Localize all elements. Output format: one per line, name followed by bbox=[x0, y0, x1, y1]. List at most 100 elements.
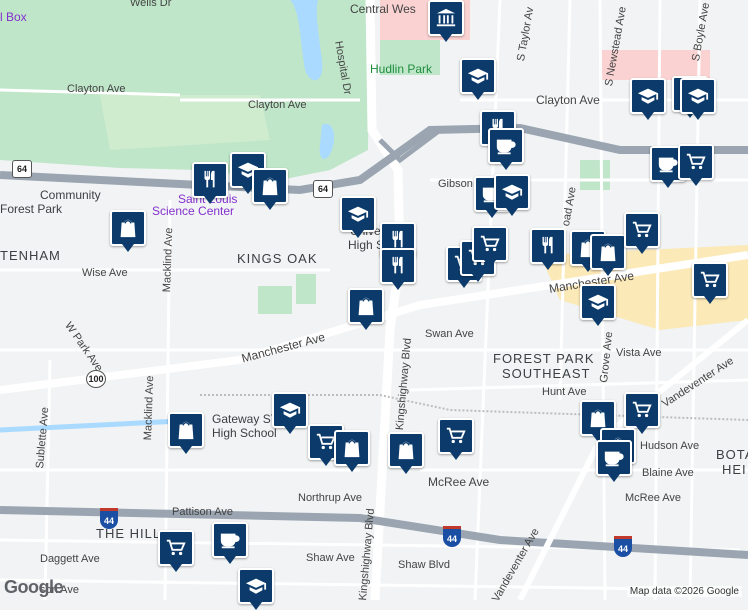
school-icon bbox=[245, 578, 267, 594]
label-community-2: Forest Park bbox=[0, 202, 63, 216]
label-box: l Box bbox=[0, 10, 27, 24]
label-daggett: Daggett Ave bbox=[40, 553, 100, 565]
label-kings-oak: KINGS OAK bbox=[237, 251, 318, 266]
shopping-cart-icon bbox=[632, 221, 652, 238]
shopping-cart-icon bbox=[632, 401, 652, 418]
map-attribution[interactable]: Map data ©2026 Google bbox=[626, 586, 742, 597]
shopping-bag-icon bbox=[590, 409, 606, 428]
shopping-bag-icon bbox=[178, 421, 194, 440]
poi-pin-shopping-cart[interactable] bbox=[624, 392, 660, 434]
label-bota: BOTA bbox=[716, 447, 748, 462]
label-shaw-blvd: Shaw Blvd bbox=[398, 559, 450, 571]
i44-shield-west: 44 bbox=[100, 508, 118, 529]
school-icon bbox=[347, 206, 369, 222]
poi-pin-shopping-cart[interactable] bbox=[472, 226, 508, 268]
poi-pin-restaurant[interactable] bbox=[380, 248, 416, 290]
label-central-west: Central Wes bbox=[350, 2, 416, 16]
us100-shield: 100 bbox=[86, 370, 106, 388]
restaurant-icon bbox=[542, 236, 553, 254]
coffee-icon bbox=[604, 451, 624, 467]
poi-pin-school[interactable] bbox=[494, 174, 530, 216]
poi-pin-shopping-cart[interactable] bbox=[438, 418, 474, 460]
shopping-bag-icon bbox=[358, 297, 374, 316]
label-hudlin-park: Hudlin Park bbox=[370, 62, 433, 76]
label-science-center-2: Science Center bbox=[152, 204, 235, 218]
poi-pin-shopping-bag[interactable] bbox=[110, 210, 146, 252]
museum-icon bbox=[436, 8, 456, 27]
shopping-bag-icon bbox=[344, 439, 360, 458]
school-icon bbox=[637, 88, 659, 104]
poi-pin-shopping-cart[interactable] bbox=[158, 530, 194, 572]
school-icon bbox=[501, 184, 523, 200]
poi-pin-shopping-bag[interactable] bbox=[168, 412, 204, 454]
poi-pin-coffee[interactable] bbox=[488, 128, 524, 170]
school-icon bbox=[687, 88, 709, 104]
poi-pin-museum[interactable] bbox=[428, 0, 464, 42]
poi-pin-school[interactable] bbox=[580, 284, 616, 326]
poi-pin-restaurant[interactable] bbox=[192, 162, 228, 204]
label-wells-dr: Wells Dr bbox=[130, 0, 172, 9]
label-gateway-2: High School bbox=[212, 426, 277, 440]
poi-pin-school[interactable] bbox=[272, 392, 308, 434]
label-hunt: Hunt Ave bbox=[542, 386, 587, 398]
shopping-bag-icon bbox=[120, 219, 136, 238]
poi-pin-school[interactable] bbox=[340, 196, 376, 238]
label-pattison: Pattison Ave bbox=[172, 506, 233, 518]
shopping-bag-icon bbox=[262, 177, 278, 196]
school-icon bbox=[587, 294, 609, 310]
i44-shield-mid: 44 bbox=[443, 526, 461, 547]
poi-pin-restaurant[interactable] bbox=[530, 228, 566, 270]
label-forest-park-se-1: FOREST PARK bbox=[493, 351, 595, 366]
shopping-cart-icon bbox=[686, 153, 706, 170]
label-clayton-mid: Clayton Ave bbox=[248, 99, 307, 111]
poi-pin-coffee[interactable] bbox=[212, 522, 248, 564]
poi-pin-shopping-bag[interactable] bbox=[252, 168, 288, 210]
label-swan: Swan Ave bbox=[425, 328, 474, 340]
restaurant-icon bbox=[392, 256, 403, 274]
label-wise: Wise Ave bbox=[82, 267, 128, 279]
poi-pin-shopping-cart[interactable] bbox=[692, 262, 728, 304]
school-icon bbox=[279, 402, 301, 418]
poi-pin-shopping-bag[interactable] bbox=[388, 432, 424, 474]
shopping-cart-icon bbox=[480, 235, 500, 252]
label-tenham: TENHAM bbox=[0, 248, 61, 263]
label-forest-park-se-2: SOUTHEAST bbox=[502, 366, 591, 381]
label-vista: Vista Ave bbox=[616, 347, 662, 359]
coffee-icon bbox=[658, 157, 678, 173]
label-northrup: Northrup Ave bbox=[298, 492, 363, 504]
coffee-icon bbox=[496, 139, 516, 155]
poi-pin-shopping-bag[interactable] bbox=[348, 288, 384, 330]
label-macklind-n: Macklind Ave bbox=[161, 227, 176, 293]
coffee-icon bbox=[220, 533, 240, 549]
poi-pin-shopping-cart[interactable] bbox=[678, 144, 714, 186]
shopping-cart-icon bbox=[446, 427, 466, 444]
google-logo: Google bbox=[4, 577, 64, 597]
poi-pin-school[interactable] bbox=[460, 58, 496, 100]
label-macklind-s: Macklind Ave bbox=[142, 375, 157, 441]
i64-shield-mid: 64 bbox=[313, 180, 333, 198]
restaurant-icon bbox=[204, 170, 215, 188]
label-blaine: Blaine Ave bbox=[642, 467, 694, 479]
label-hudson: Hudson Ave bbox=[640, 440, 700, 452]
poi-pin-school[interactable] bbox=[630, 78, 666, 120]
poi-pin-shopping-cart[interactable] bbox=[624, 212, 660, 254]
label-shaw-ave: Shaw Ave bbox=[306, 552, 355, 564]
i44-shield-east: 44 bbox=[614, 536, 632, 557]
i64-shield-west: 64 bbox=[12, 160, 32, 178]
label-mcree-w: McRee Ave bbox=[428, 475, 490, 489]
label-community-1: Community bbox=[40, 188, 101, 202]
label-clayton-e: Clayton Ave bbox=[536, 93, 600, 107]
shopping-cart-icon bbox=[700, 271, 720, 288]
school-icon bbox=[467, 68, 489, 84]
label-hei: HEI bbox=[722, 462, 747, 477]
poi-pin-school[interactable] bbox=[680, 78, 716, 120]
poi-pin-coffee[interactable] bbox=[596, 440, 632, 482]
label-clayton-w: Clayton Ave bbox=[67, 83, 126, 95]
shopping-bag-icon bbox=[600, 243, 616, 262]
label-mcree-e: McRee Ave bbox=[625, 492, 682, 504]
poi-pin-school[interactable] bbox=[238, 568, 274, 610]
shopping-bag-icon bbox=[398, 441, 414, 460]
poi-pin-shopping-bag[interactable] bbox=[334, 430, 370, 472]
poi-pin-shopping-bag[interactable] bbox=[590, 234, 626, 276]
shopping-cart-icon bbox=[166, 539, 186, 556]
